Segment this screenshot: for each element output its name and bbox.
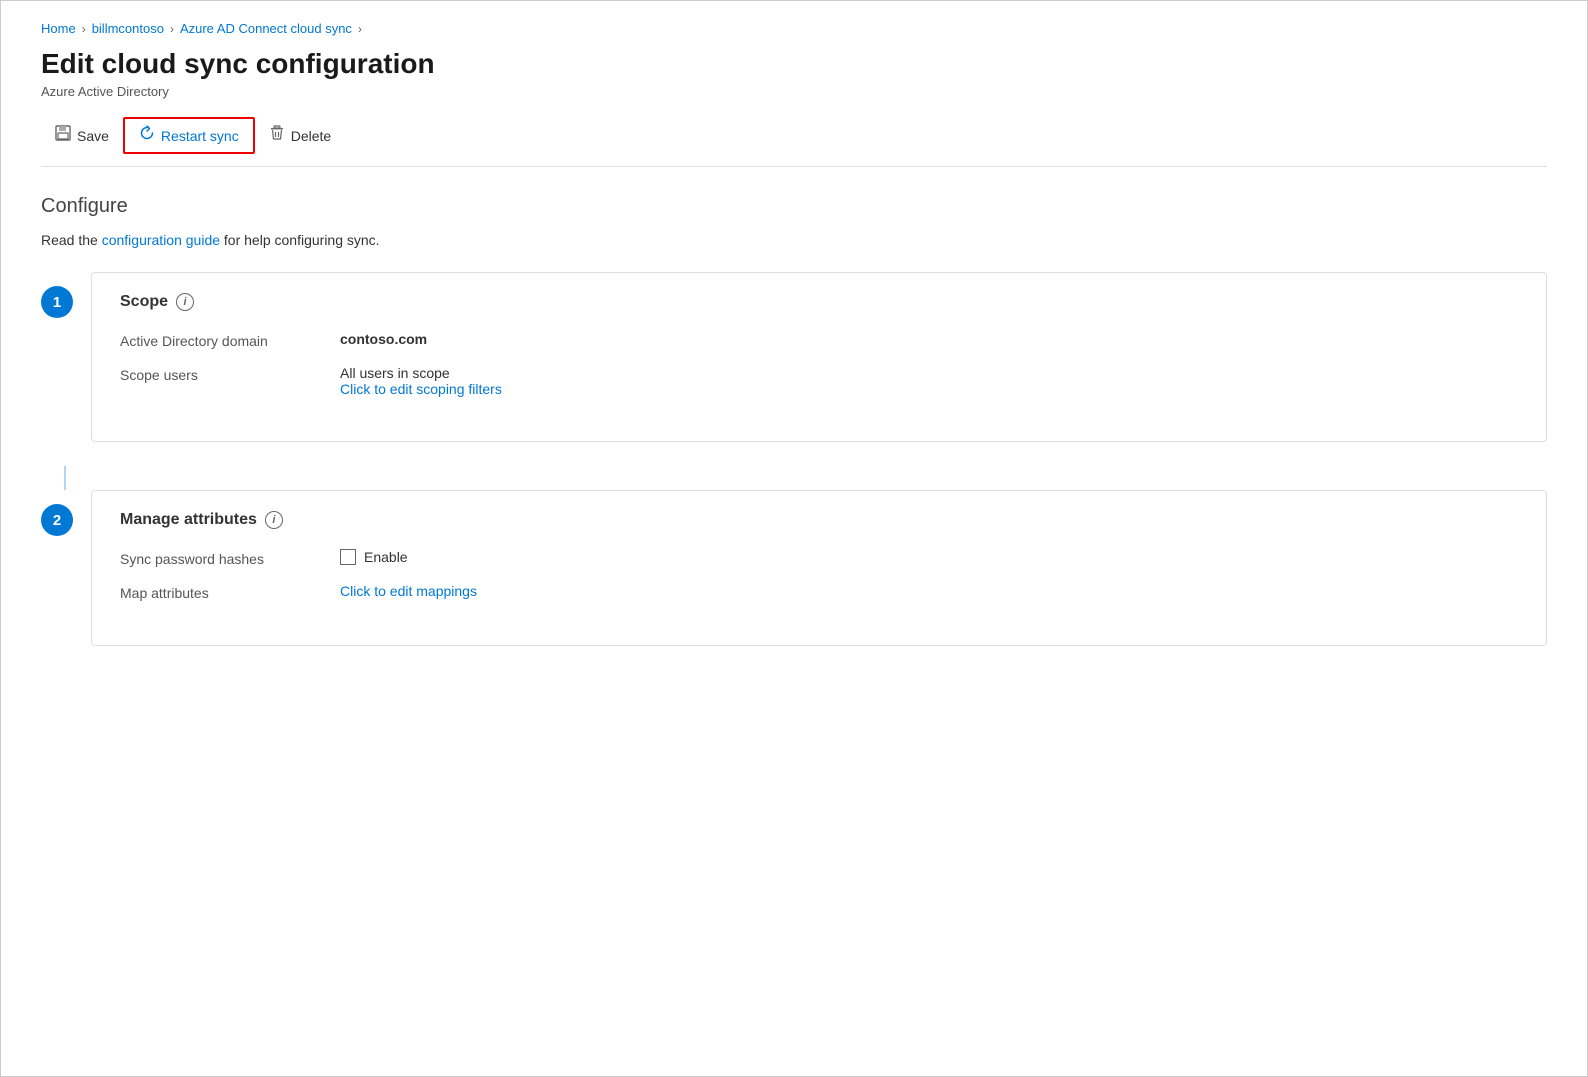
step-1-circle: 1 (41, 286, 73, 318)
breadcrumb-sep-2: › (170, 22, 174, 36)
map-attributes-row: Map attributes Click to edit mappings (120, 583, 1518, 601)
breadcrumb: Home › billmcontoso › Azure AD Connect c… (41, 21, 1547, 36)
configure-section-title: Configure (41, 195, 1547, 218)
map-attributes-value: Click to edit mappings (340, 583, 1518, 599)
breadcrumb-azure-ad[interactable]: Azure AD Connect cloud sync (180, 21, 352, 36)
delete-label: Delete (291, 128, 331, 144)
edit-scoping-filters-link[interactable]: Click to edit scoping filters (340, 381, 1518, 397)
sync-password-enable-label: Enable (364, 549, 408, 565)
restart-sync-label: Restart sync (161, 128, 239, 144)
config-guide-link[interactable]: configuration guide (102, 232, 220, 248)
restart-sync-button[interactable]: Restart sync (123, 117, 255, 154)
scope-ad-domain-label: Active Directory domain (120, 331, 340, 349)
scope-ad-domain-row: Active Directory domain contoso.com (120, 331, 1518, 349)
step-2-row: 2 Manage attributes i Sync password hash… (41, 490, 1547, 646)
breadcrumb-sep-3: › (358, 22, 362, 36)
sync-password-checkbox[interactable] (340, 549, 356, 565)
delete-button[interactable]: Delete (255, 119, 345, 152)
scope-users-row: Scope users All users in scope Click to … (120, 365, 1518, 397)
breadcrumb-sep-1: › (82, 22, 86, 36)
config-intro-before: Read the (41, 232, 102, 248)
breadcrumb-billmcontoso[interactable]: billmcontoso (92, 21, 164, 36)
manage-attributes-info-icon[interactable]: i (265, 511, 283, 529)
map-attributes-label: Map attributes (120, 583, 340, 601)
step-2-title: Manage attributes i (120, 511, 1518, 529)
page-subtitle: Azure Active Directory (41, 84, 1547, 99)
step-connector (64, 466, 66, 490)
save-icon (55, 125, 71, 146)
breadcrumb-home[interactable]: Home (41, 21, 76, 36)
save-label: Save (77, 128, 109, 144)
step-1-card: Scope i Active Directory domain contoso.… (91, 272, 1547, 442)
page-title: Edit cloud sync configuration (41, 48, 1547, 80)
sync-password-hashes-label: Sync password hashes (120, 549, 340, 567)
scope-info-icon[interactable]: i (176, 293, 194, 311)
step-2-card: Manage attributes i Sync password hashes… (91, 490, 1547, 646)
edit-mappings-link[interactable]: Click to edit mappings (340, 583, 1518, 599)
scope-users-value: All users in scope Click to edit scoping… (340, 365, 1518, 397)
delete-icon (269, 125, 285, 146)
sync-password-hashes-value: Enable (340, 549, 1518, 565)
scope-ad-domain-value: contoso.com (340, 331, 1518, 347)
restart-sync-icon (139, 125, 155, 146)
sync-password-hashes-row: Sync password hashes Enable (120, 549, 1518, 567)
save-button[interactable]: Save (41, 119, 123, 152)
toolbar: Save Restart sync Delete (41, 117, 1547, 167)
scope-users-label: Scope users (120, 365, 340, 383)
step-2-circle: 2 (41, 504, 73, 536)
sync-password-checkbox-row: Enable (340, 549, 1518, 565)
config-intro-after: for help configuring sync. (220, 232, 380, 248)
page-wrapper: Home › billmcontoso › Azure AD Connect c… (0, 0, 1588, 1077)
config-intro: Read the configuration guide for help co… (41, 232, 1547, 248)
step-1-row: 1 Scope i Active Directory domain contos… (41, 272, 1547, 442)
step-1-title: Scope i (120, 293, 1518, 311)
